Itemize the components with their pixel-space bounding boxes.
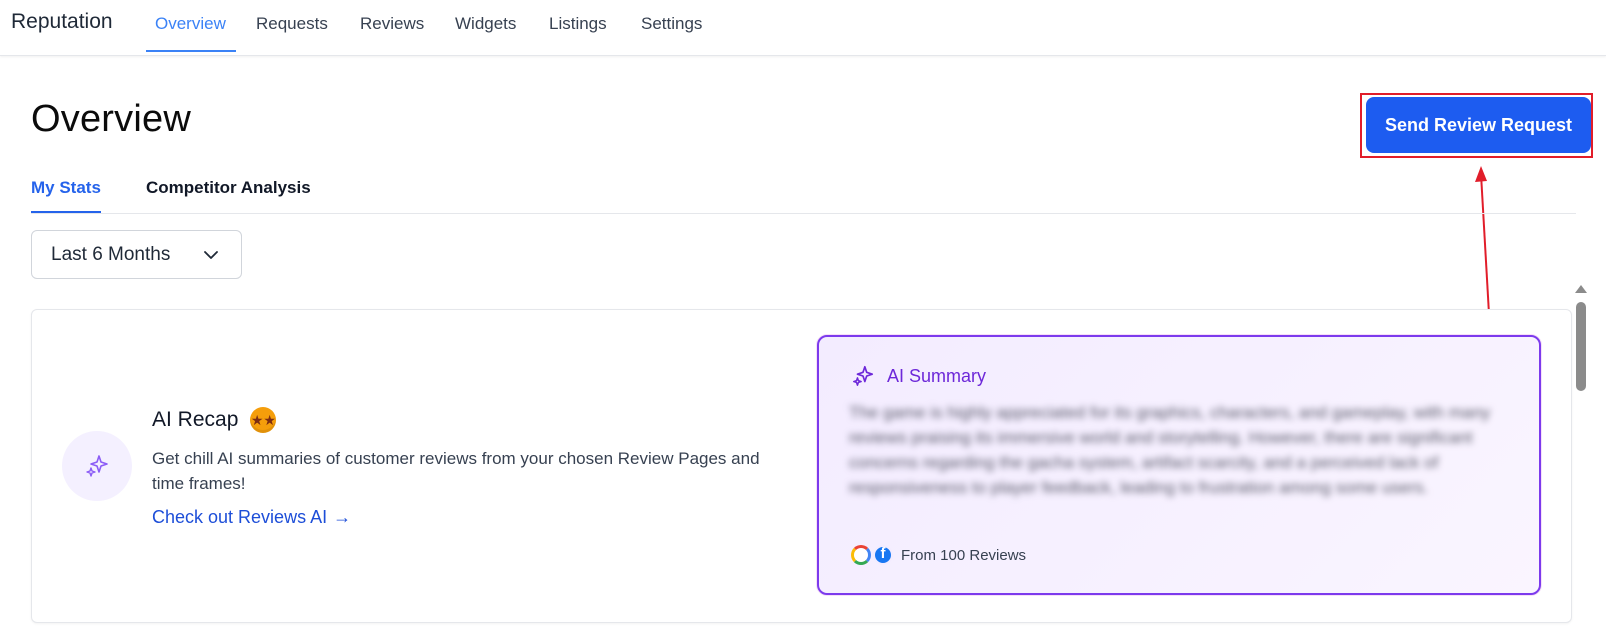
ai-summary-text-blurred: The game is highly appreciated for its g…	[849, 403, 1491, 497]
sparkle-icon	[853, 365, 874, 386]
subtab-active-indicator	[31, 211, 101, 213]
nav-tab-reviews[interactable]: Reviews	[360, 14, 424, 34]
top-navigation: Reputation Overview Requests Reviews Wid…	[0, 0, 1606, 56]
chevron-down-icon	[204, 251, 218, 259]
arrow-right-icon: →	[333, 507, 352, 527]
ai-recap-title: AI Recap ★★	[152, 407, 277, 433]
nav-tab-settings[interactable]: Settings	[641, 14, 702, 34]
subtab-competitor-analysis[interactable]: Competitor Analysis	[146, 178, 311, 198]
scrollbar-up-arrow[interactable]	[1575, 285, 1587, 293]
ai-summary-header: AI Summary	[851, 364, 986, 388]
nav-tab-listings[interactable]: Listings	[549, 14, 607, 34]
ai-summary-source: f From 100 Reviews	[851, 545, 1026, 565]
page-title: Overview	[31, 98, 191, 140]
ai-recap-title-text: AI Recap	[152, 408, 239, 431]
ai-recap-description: Get chill AI summaries of customer revie…	[152, 449, 760, 493]
ai-summary-title: AI Summary	[887, 365, 987, 386]
sparkle-icon-badge	[62, 431, 132, 501]
date-range-dropdown[interactable]: Last 6 Months	[31, 230, 242, 279]
subtab-my-stats[interactable]: My Stats	[31, 178, 101, 198]
subtabs-divider	[31, 213, 1576, 214]
check-out-reviews-ai-label: Check out Reviews AI	[152, 507, 328, 527]
google-logo-icon	[851, 545, 871, 565]
date-range-value: Last 6 Months	[51, 243, 171, 265]
nav-tab-widgets[interactable]: Widgets	[455, 14, 516, 34]
annotation-arrow	[1475, 166, 1490, 315]
nav-active-indicator	[146, 50, 236, 52]
ai-summary-source-label: From 100 Reviews	[901, 546, 1027, 564]
scrollbar-thumb[interactable]	[1576, 302, 1586, 391]
sparkle-icon	[86, 455, 108, 477]
app-brand: Reputation	[11, 10, 113, 33]
check-out-reviews-ai-link[interactable]: Check out Reviews AI →	[152, 507, 351, 528]
facebook-logo-icon: f	[873, 545, 893, 565]
star-struck-emoji-icon: ★★	[250, 407, 277, 433]
nav-tab-overview[interactable]: Overview	[155, 14, 226, 34]
nav-tab-requests[interactable]: Requests	[256, 14, 328, 34]
send-review-request-button[interactable]: Send Review Request	[1366, 97, 1591, 153]
